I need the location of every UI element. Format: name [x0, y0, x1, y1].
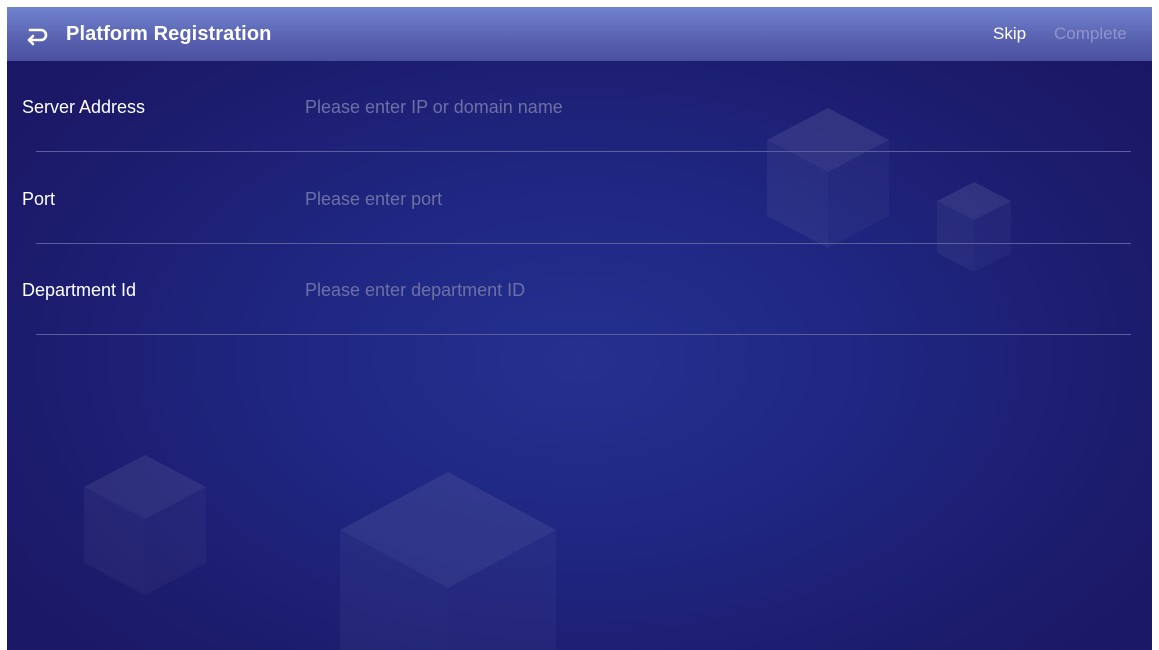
back-arrow-icon[interactable] [21, 20, 49, 48]
field-divider [36, 151, 1131, 152]
complete-button[interactable]: Complete [1054, 7, 1127, 61]
skip-button[interactable]: Skip [993, 7, 1026, 61]
background-cube-decoration [340, 472, 556, 650]
background-cube-decoration [767, 108, 889, 248]
department-id-label: Department Id [22, 280, 137, 300]
server-address-input[interactable] [305, 92, 1125, 122]
title-bar: Platform Registration Skip Complete [7, 7, 1152, 61]
registration-screen: Platform Registration Skip Complete Serv… [7, 7, 1152, 650]
field-divider [36, 243, 1131, 244]
background-cube-decoration [84, 455, 206, 595]
server-address-label: Server Address [22, 97, 146, 117]
port-label: Port [22, 189, 56, 209]
department-id-input[interactable] [305, 275, 1125, 305]
page-title: Platform Registration [66, 23, 272, 45]
port-input[interactable] [305, 184, 1125, 214]
field-divider [36, 334, 1131, 335]
